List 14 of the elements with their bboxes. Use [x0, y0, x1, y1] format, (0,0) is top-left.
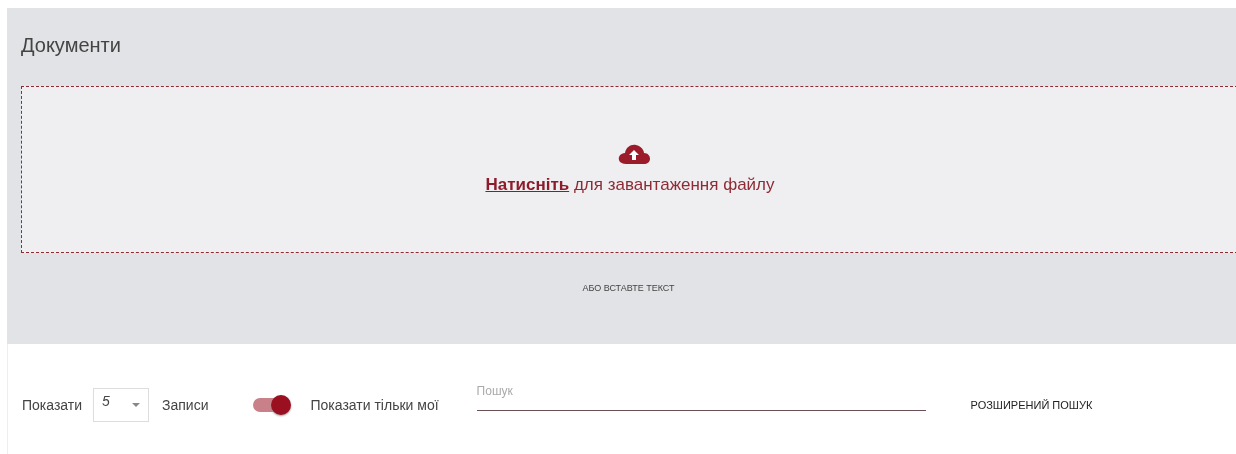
upload-link[interactable]: Натисніть — [485, 175, 570, 194]
only-mine-toggle[interactable] — [252, 398, 289, 412]
paste-text-link[interactable]: АБО ВСТАВТЕ ТЕКСТ — [582, 283, 675, 293]
show-label: Показати — [22, 397, 83, 413]
cloud-upload-icon — [617, 143, 651, 165]
advanced-search-button[interactable]: РОЗШИРЕНИЙ ПОШУК — [970, 395, 1093, 415]
upload-dropzone[interactable]: Натисніть для завантаження файлу — [21, 86, 1236, 253]
upload-hint: Натисніть для завантаження файлу — [485, 175, 775, 195]
search-field[interactable]: Пошук — [476, 383, 926, 411]
records-label: Записи — [162, 397, 209, 413]
only-mine-label: Показати тільки мої — [310, 397, 439, 413]
panel-title: Документи — [21, 34, 122, 58]
page-size-select[interactable]: 5 — [93, 388, 150, 422]
caret-icon — [132, 403, 141, 407]
